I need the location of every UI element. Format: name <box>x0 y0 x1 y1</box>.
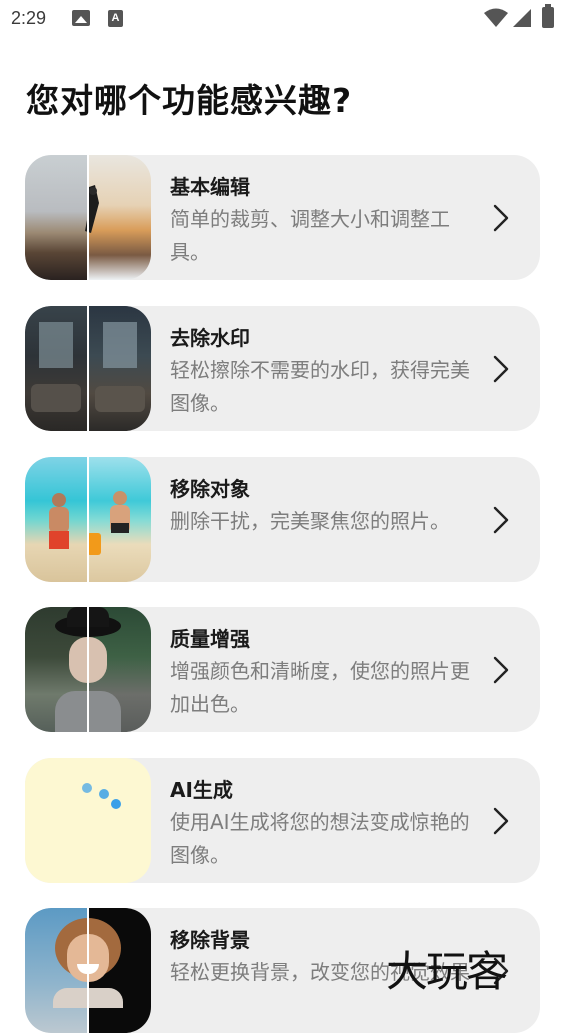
object-removal-thumbnail <box>25 457 151 582</box>
status-time: 2:29 <box>11 8 47 28</box>
battery-icon <box>542 4 554 28</box>
feature-description: 简单的裁剪、调整大小和调整工具。 <box>170 207 450 264</box>
page-title: 您对哪个功能感兴趣? <box>26 81 353 120</box>
feature-title: 移除背景 <box>170 928 250 952</box>
wifi-icon <box>484 8 508 27</box>
feature-title: AI生成 <box>170 778 233 802</box>
feature-description: 使用AI生成将您的想法变成惊艳的图像。 <box>170 810 470 867</box>
background-removal-thumbnail <box>25 908 151 1033</box>
feature-description: 删除干扰，完美聚焦您的照片。 <box>170 509 450 533</box>
watermark-removal-thumbnail <box>25 306 151 431</box>
basic-edit-thumbnail <box>25 155 151 280</box>
feature-description: 轻松擦除不需要的水印，获得完美图像。 <box>170 358 470 415</box>
signal-icon <box>513 9 531 27</box>
chevron-right-icon <box>493 506 509 534</box>
feature-card-object-removal[interactable]: 移除对象 删除干扰，完美聚焦您的照片。 <box>25 457 540 582</box>
feature-description: 增强颜色和清晰度，使您的照片更加出色。 <box>170 659 470 716</box>
watermark-logo: 大玩客 <box>386 947 508 996</box>
feature-card-basic-edit[interactable]: 基本编辑 简单的裁剪、调整大小和调整工具。 <box>25 155 540 280</box>
chevron-right-icon <box>493 355 509 383</box>
quality-enhance-thumbnail <box>25 607 151 732</box>
feature-title: 质量增强 <box>170 627 250 651</box>
chevron-right-icon <box>493 807 509 835</box>
feature-card-watermark-removal[interactable]: 去除水印 轻松擦除不需要的水印，获得完美图像。 <box>25 306 540 431</box>
ai-generate-thumbnail <box>25 758 151 883</box>
feature-card-ai-generate[interactable]: AI生成 使用AI生成将您的想法变成惊艳的图像。 <box>25 758 540 883</box>
status-bar: 2:29 A <box>0 0 565 38</box>
chevron-right-icon <box>493 204 509 232</box>
feature-card-quality-enhance[interactable]: 质量增强 增强颜色和清晰度，使您的照片更加出色。 <box>25 607 540 732</box>
feature-title: 去除水印 <box>170 326 250 350</box>
gallery-icon <box>72 10 90 26</box>
chevron-right-icon <box>493 656 509 684</box>
a-icon: A <box>108 10 123 27</box>
feature-title: 基本编辑 <box>170 175 250 199</box>
feature-title: 移除对象 <box>170 477 250 501</box>
